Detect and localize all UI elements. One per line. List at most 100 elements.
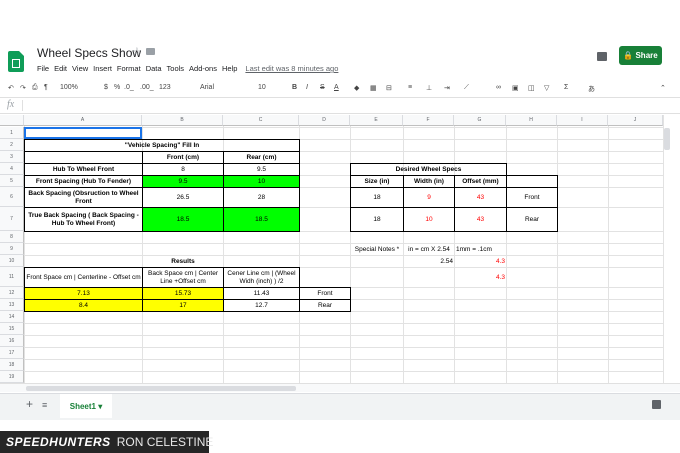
table-border — [299, 175, 300, 187]
row-header[interactable]: 13 — [0, 299, 24, 311]
cell[interactable]: 43 — [455, 188, 506, 207]
row-header[interactable]: 3 — [0, 151, 24, 163]
cell[interactable]: Front Space cm | Centerline - Offset cm — [25, 268, 142, 287]
table-border — [506, 231, 558, 232]
cell[interactable]: 9.5 — [143, 176, 223, 187]
cell[interactable]: 4.3 — [455, 268, 506, 287]
table-border — [142, 207, 224, 208]
row-header[interactable]: 9 — [0, 243, 24, 255]
explore-icon[interactable] — [652, 400, 661, 409]
active-cell-selection[interactable] — [24, 127, 142, 139]
table-border — [223, 175, 224, 187]
sheet-tab[interactable]: Sheet1 ▾ — [60, 394, 112, 418]
cell[interactable]: 1mm = .1cm — [455, 244, 506, 255]
cell[interactable]: Front — [300, 288, 350, 299]
cell[interactable]: 26.5 — [143, 188, 223, 207]
cell[interactable]: Offset (mm) — [455, 176, 506, 187]
cell[interactable]: 28 — [224, 188, 299, 207]
results-title[interactable]: Results — [143, 256, 223, 267]
row-header[interactable]: 4 — [0, 163, 24, 175]
cell[interactable]: Cener Line cm | (Wheel Widh (inch) ) /2 — [224, 268, 299, 287]
table-border — [350, 175, 351, 187]
cell[interactable]: 2.54 — [404, 256, 454, 267]
all-sheets-icon[interactable]: ≡ — [42, 400, 47, 410]
table-border — [403, 187, 404, 207]
cell[interactable]: Width (in) — [404, 176, 454, 187]
cell[interactable]: Size (in) — [351, 176, 403, 187]
table-border — [223, 151, 224, 163]
table-border — [24, 267, 25, 287]
column-header[interactable]: D — [299, 115, 350, 126]
cell[interactable]: 17 — [143, 300, 223, 311]
vehicle-spacing-title[interactable]: "Vehicle Spacing" Fill In — [25, 140, 299, 151]
cell[interactable]: Hub To Wheel Front — [25, 164, 142, 175]
table-border — [299, 311, 351, 312]
cell[interactable]: 9.5 — [224, 164, 299, 175]
cell[interactable]: Front — [507, 188, 557, 207]
column-header[interactable]: G — [454, 115, 506, 126]
cell[interactable]: 15.73 — [143, 288, 223, 299]
row-header[interactable]: 1 — [0, 127, 24, 139]
column-header[interactable]: H — [506, 115, 557, 126]
row-header[interactable]: 19 — [0, 371, 24, 383]
horizontal-scrollbar[interactable] — [26, 386, 296, 391]
table-border — [24, 187, 143, 188]
column-header[interactable]: C — [223, 115, 299, 126]
cell[interactable]: 11.43 — [224, 288, 299, 299]
row-header[interactable]: 8 — [0, 231, 24, 243]
column-header[interactable]: J — [608, 115, 663, 126]
cell[interactable]: 8.4 — [25, 300, 142, 311]
cell[interactable]: Rear — [300, 300, 350, 311]
cell[interactable]: 4.3 — [455, 256, 506, 267]
row-header[interactable]: 11 — [0, 267, 24, 287]
row-header[interactable]: 10 — [0, 255, 24, 267]
table-border — [223, 207, 300, 208]
row-header[interactable]: 15 — [0, 323, 24, 335]
table-border — [142, 175, 143, 187]
cell[interactable]: 18.5 — [224, 208, 299, 231]
corner-cell[interactable] — [0, 115, 24, 126]
cell[interactable]: Back Spacing (Obsruction to Wheel Front — [25, 188, 142, 207]
cell[interactable]: in = cm X 2.54 — [404, 244, 454, 255]
row-header[interactable]: 18 — [0, 359, 24, 371]
grid-line — [24, 323, 663, 324]
cell[interactable]: Special Notes * — [351, 244, 403, 255]
table-border — [454, 231, 507, 232]
column-header[interactable]: I — [557, 115, 608, 126]
cell[interactable]: 10 — [224, 176, 299, 187]
row-header[interactable]: 7 — [0, 207, 24, 231]
desired-specs-title[interactable]: Desired Wheel Specs — [351, 164, 506, 175]
row-header[interactable]: 16 — [0, 335, 24, 347]
column-header[interactable]: A — [24, 115, 142, 126]
cell[interactable]: Rear — [507, 208, 557, 231]
table-border — [454, 187, 455, 207]
column-header[interactable]: F — [403, 115, 454, 126]
cell[interactable]: 9 — [404, 188, 454, 207]
cell[interactable]: 7.13 — [25, 288, 142, 299]
column-header[interactable]: E — [350, 115, 403, 126]
horizontal-scrollbar-track[interactable] — [0, 383, 680, 392]
cell[interactable]: 8 — [143, 164, 223, 175]
cell[interactable]: Back Space cm | Center Line +Offset cm — [143, 268, 223, 287]
row-header[interactable]: 2 — [0, 139, 24, 151]
cell[interactable]: 10 — [404, 208, 454, 231]
table-border — [350, 207, 404, 208]
rear-cm-header[interactable]: Rear (cm) — [224, 152, 299, 163]
cell[interactable]: 18.5 — [143, 208, 223, 231]
row-header[interactable]: 6 — [0, 187, 24, 207]
row-header[interactable]: 17 — [0, 347, 24, 359]
cell[interactable]: 12.7 — [224, 300, 299, 311]
cell[interactable]: 43 — [455, 208, 506, 231]
cell[interactable]: Front Spacing (Hub To Fender) — [25, 176, 142, 187]
vertical-scrollbar[interactable] — [664, 128, 670, 150]
cell[interactable]: 18 — [351, 208, 403, 231]
row-header[interactable]: 5 — [0, 175, 24, 187]
row-header[interactable]: 14 — [0, 311, 24, 323]
cell[interactable]: True Back Spacing ( Back Spacing - Hub T… — [25, 208, 142, 231]
row-header[interactable]: 12 — [0, 287, 24, 299]
add-sheet-icon[interactable]: + — [26, 397, 33, 411]
cell[interactable]: 18 — [351, 188, 403, 207]
front-cm-header[interactable]: Front (cm) — [143, 152, 223, 163]
column-header[interactable]: B — [142, 115, 223, 126]
table-border — [506, 187, 507, 207]
